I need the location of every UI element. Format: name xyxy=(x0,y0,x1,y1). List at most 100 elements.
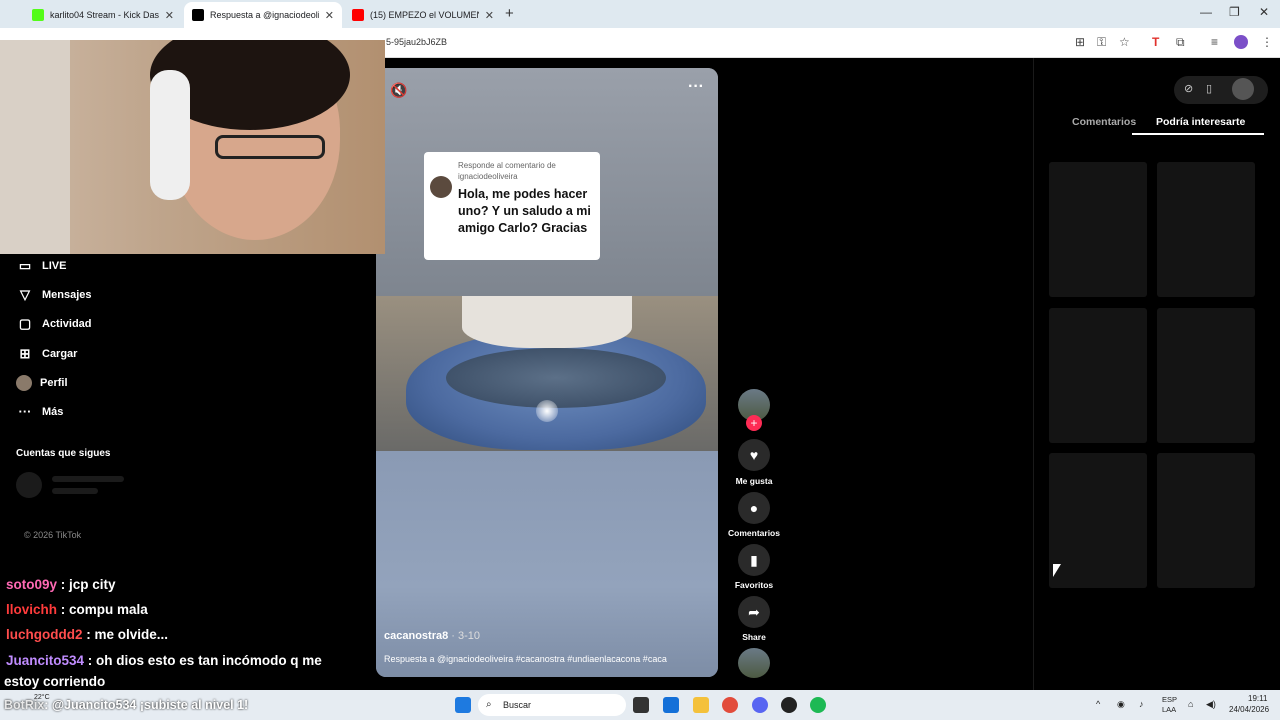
tab-kick[interactable]: karlito04 Stream - Kick Dashbo ✕ xyxy=(24,2,182,28)
tab-comments[interactable]: Comentarios xyxy=(1072,116,1136,128)
wifi-icon[interactable]: ⌂ xyxy=(1188,699,1193,709)
video-caption: Respuesta a @ignaciodeoliveira #cacanost… xyxy=(384,654,667,664)
copyright: © 2026 TikTok xyxy=(24,530,82,540)
kick-icon xyxy=(32,9,44,21)
video-author[interactable]: cacanostra8 · 3-10 xyxy=(384,630,480,642)
right-panel: ⊘ ▯ Comentarios Podría interesarte xyxy=(1033,58,1280,690)
share-button[interactable]: ➦ xyxy=(738,596,770,628)
bookmark-star-icon[interactable]: ☆ xyxy=(1119,35,1130,49)
like-label: Me gusta xyxy=(735,476,773,486)
translate-icon[interactable]: ⊞ xyxy=(1075,35,1085,49)
chat-message: Juancito534 : oh dios esto es tan incómo… xyxy=(6,653,322,668)
sidebar-item-profile[interactable]: Perfil xyxy=(16,375,68,391)
video-thumbnail[interactable] xyxy=(1049,453,1147,588)
video-player[interactable]: 🔇 ··· Responde al comentario de ignaciod… xyxy=(376,68,718,677)
tab-interest[interactable]: Podría interesarte xyxy=(1156,116,1245,128)
skeleton-line xyxy=(52,488,98,494)
follow-plus-icon[interactable]: + xyxy=(746,415,762,431)
tab-youtube[interactable]: (15) EMPEZO el VOLUMEN de ✕ xyxy=(344,2,502,28)
minimize-button[interactable]: — xyxy=(1200,5,1212,19)
comments-button[interactable]: ● xyxy=(738,492,770,524)
profile-avatar[interactable] xyxy=(1234,35,1248,49)
chat-message: BotRix: @Juancito534 ¡subiste al nivel 1… xyxy=(4,698,249,712)
volume-icon[interactable]: ◀) xyxy=(1206,699,1216,710)
extensions-puzzle-icon[interactable]: ⧉ xyxy=(1176,35,1185,50)
panel-tools: ⊘ ▯ xyxy=(1174,76,1268,104)
video-thumbnail[interactable] xyxy=(1157,453,1255,588)
following-title: Cuentas que sigues xyxy=(16,448,111,459)
new-tab-button[interactable]: + xyxy=(505,5,514,22)
youtube-icon xyxy=(352,9,364,21)
tab-tiktok[interactable]: Respuesta a @ignaciodeoliveira ✕ xyxy=(184,2,342,28)
more-options-icon[interactable]: ··· xyxy=(688,78,704,96)
close-window-button[interactable]: ✕ xyxy=(1259,5,1269,19)
share-icon: ➦ xyxy=(748,604,760,620)
sidebar-item-upload[interactable]: ⊞ Cargar xyxy=(16,346,78,362)
extension-icon[interactable]: T xyxy=(1152,35,1159,49)
favorites-button[interactable]: ▮ xyxy=(738,544,770,576)
spotify-icon[interactable] xyxy=(810,697,826,713)
taskbar-search[interactable]: ⌕ Buscar xyxy=(478,694,626,716)
video-thumbnail[interactable] xyxy=(1157,308,1255,443)
clock-time[interactable]: 19:11 xyxy=(1248,694,1267,703)
share-label: Share xyxy=(742,632,766,642)
skeleton-line xyxy=(52,476,124,482)
close-icon[interactable]: ✕ xyxy=(165,9,174,22)
chat-message: llovichh : compu mala xyxy=(6,602,148,617)
clock-date[interactable]: 24/04/2026 xyxy=(1229,705,1269,714)
media-icon[interactable]: ≡ xyxy=(1211,35,1218,49)
avatar[interactable] xyxy=(1232,78,1254,100)
menu-icon[interactable]: ⋮ xyxy=(1261,35,1273,49)
password-icon[interactable]: ⚿ xyxy=(1097,35,1106,50)
chat-user: Juancito534 xyxy=(6,653,85,668)
language-indicator[interactable]: ESP xyxy=(1162,695,1177,704)
search-icon: ⌕ xyxy=(486,699,492,710)
phone-icon[interactable]: ▯ xyxy=(1206,82,1212,95)
obs-icon[interactable] xyxy=(781,697,797,713)
close-icon[interactable]: ✕ xyxy=(485,9,494,22)
chat-user: llovichh xyxy=(6,602,58,617)
sidebar-item-activity[interactable]: ▢ Actividad xyxy=(16,316,92,332)
sidebar-item-more[interactable]: ··· Más xyxy=(16,404,64,419)
chat-user: luchgoddd2 xyxy=(6,627,83,642)
windows-start-icon[interactable] xyxy=(455,697,471,713)
heart-icon: ♥ xyxy=(749,447,759,463)
close-icon[interactable]: ✕ xyxy=(325,9,334,22)
browser-tab-bar: karlito04 Stream - Kick Dashbo ✕ Respues… xyxy=(0,0,1280,28)
sidebar-item-messages[interactable]: ▽ Mensajes xyxy=(16,287,92,303)
compass-icon[interactable]: ⊘ xyxy=(1184,82,1193,95)
sound-disc-icon[interactable] xyxy=(738,648,770,678)
video-thumbnail[interactable] xyxy=(1049,308,1147,443)
sidebar-item-live[interactable]: ▭ LIVE xyxy=(16,258,67,274)
webcam-overlay xyxy=(0,40,385,254)
comment-icon: ● xyxy=(749,500,759,516)
comments-label: Comentarios xyxy=(728,528,780,538)
live-tv-icon: ▭ xyxy=(18,258,32,273)
chat-message: luchgoddd2 : me olvide... xyxy=(6,627,169,642)
store-icon[interactable] xyxy=(663,697,679,713)
like-button[interactable]: ♥ xyxy=(738,439,770,471)
headset-icon xyxy=(150,70,190,200)
video-seat xyxy=(462,296,632,348)
chat-message-continued: estoy corriendo xyxy=(4,674,106,689)
folder-icon[interactable] xyxy=(693,697,709,713)
activity-icon: ▢ xyxy=(18,316,32,331)
avatar xyxy=(16,375,32,391)
chat-user: soto09y xyxy=(6,577,58,592)
discord-icon[interactable] xyxy=(752,697,768,713)
mic-icon[interactable]: ♪ xyxy=(1139,699,1144,709)
video-thumbnail[interactable] xyxy=(1049,162,1147,297)
video-shine xyxy=(536,400,558,422)
mouse-cursor-icon xyxy=(1053,564,1061,577)
tray-chevron-icon[interactable]: ^ xyxy=(1096,699,1100,709)
video-thumbnail[interactable] xyxy=(1157,162,1255,297)
taskview-icon[interactable] xyxy=(633,697,649,713)
send-icon: ▽ xyxy=(20,287,30,302)
network-icon[interactable]: ◉ xyxy=(1117,699,1125,710)
skeleton-avatar xyxy=(16,472,42,498)
video-bowl-inner xyxy=(446,348,666,408)
language-region[interactable]: LAA xyxy=(1162,705,1176,714)
chrome-icon[interactable] xyxy=(722,697,738,713)
mute-icon[interactable]: 🔇 xyxy=(390,82,407,99)
maximize-button[interactable]: ❐ xyxy=(1229,5,1240,19)
